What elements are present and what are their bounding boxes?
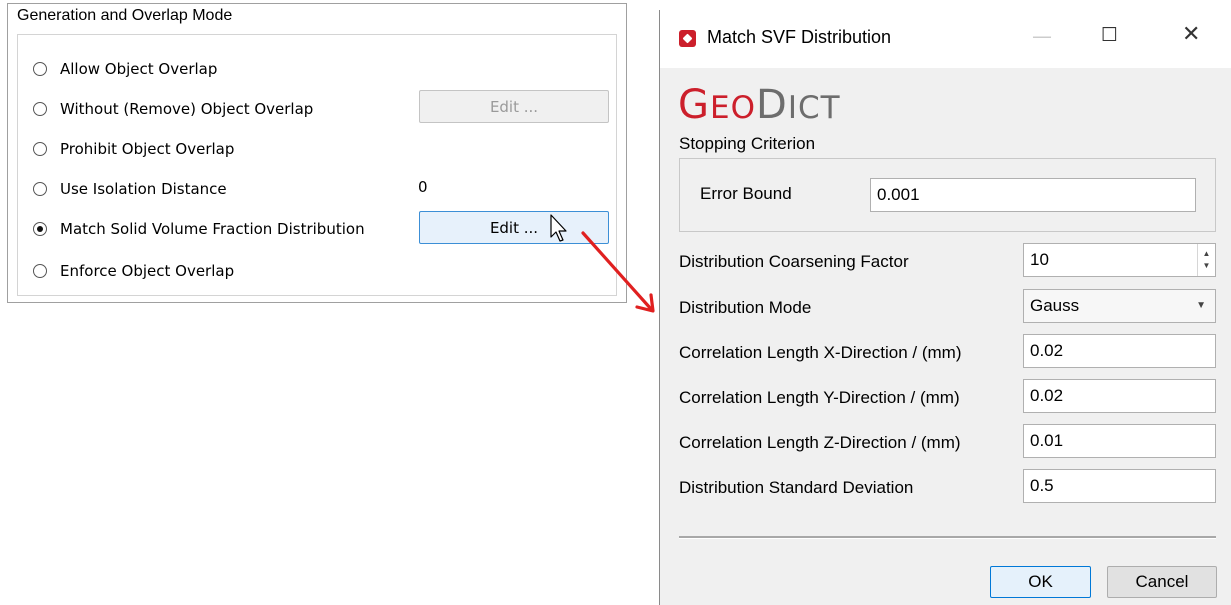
spin-arrows-icon[interactable]: ▲ ▼: [1197, 244, 1215, 276]
option-allow-overlap[interactable]: Allow Object Overlap: [33, 56, 217, 82]
std-deviation-label: Distribution Standard Deviation: [679, 478, 914, 497]
error-bound-field[interactable]: 0.001: [870, 178, 1196, 212]
option-prohibit-overlap[interactable]: Prohibit Object Overlap: [33, 136, 234, 162]
distribution-mode-value: Gauss: [1030, 296, 1080, 315]
option-label: Prohibit Object Overlap: [60, 140, 235, 158]
radio-button-checked[interactable]: [33, 222, 47, 236]
corr-length-x-field[interactable]: 0.02: [1023, 334, 1216, 368]
corr-length-y-field[interactable]: 0.02: [1023, 379, 1216, 413]
close-icon[interactable]: ✕: [1182, 22, 1200, 47]
option-label: Allow Object Overlap: [60, 60, 218, 78]
dialog-divider: [679, 536, 1216, 539]
mouse-cursor-icon: [550, 214, 567, 242]
option-remove-overlap[interactable]: Without (Remove) Object Overlap: [33, 96, 313, 122]
maximize-icon[interactable]: ☐: [1101, 24, 1118, 46]
option-match-svf[interactable]: Match Solid Volume Fraction Distribution: [33, 216, 365, 242]
logo-text: EO: [710, 90, 756, 126]
edit-remove-overlap-button[interactable]: Edit ...: [419, 90, 609, 123]
radio-button[interactable]: [33, 264, 47, 278]
match-svf-dialog: Match SVF Distribution — ☐ ✕ G EO D ICT …: [659, 10, 1231, 605]
logo-text: G: [678, 82, 710, 128]
radio-button[interactable]: [33, 102, 47, 116]
option-label: Match Solid Volume Fraction Distribution: [60, 220, 365, 238]
stopping-criterion-heading: Stopping Criterion: [679, 134, 816, 153]
coarsening-factor-spinbox[interactable]: 10 ▲ ▼: [1023, 243, 1216, 277]
option-isolation-distance[interactable]: Use Isolation Distance: [33, 176, 227, 202]
minimize-icon[interactable]: —: [1032, 24, 1052, 48]
std-deviation-field[interactable]: 0.5: [1023, 469, 1216, 503]
option-label: Without (Remove) Object Overlap: [60, 100, 314, 118]
chevron-down-icon: ▼: [1196, 300, 1206, 311]
option-label: Use Isolation Distance: [60, 180, 227, 198]
distribution-mode-select[interactable]: Gauss ▼: [1023, 289, 1216, 323]
coarsening-factor-label: Distribution Coarsening Factor: [679, 252, 909, 271]
red-arrow-annotation: [581, 231, 655, 313]
corr-length-x-label: Correlation Length X-Direction / (mm): [679, 343, 962, 362]
logo-text: ICT: [787, 90, 841, 126]
corr-length-z-label: Correlation Length Z-Direction / (mm): [679, 433, 961, 452]
geodict-app-icon: [679, 30, 696, 47]
overlap-mode-panel: Generation and Overlap Mode Allow Object…: [7, 3, 627, 303]
coarsening-factor-value: 10: [1030, 250, 1049, 269]
isolation-distance-value: 0: [418, 178, 428, 196]
ok-button[interactable]: OK: [990, 566, 1091, 598]
option-label: Enforce Object Overlap: [60, 262, 235, 280]
corr-length-z-field[interactable]: 0.01: [1023, 424, 1216, 458]
option-enforce-overlap[interactable]: Enforce Object Overlap: [33, 258, 234, 284]
error-bound-label: Error Bound: [700, 184, 792, 203]
radio-button[interactable]: [33, 62, 47, 76]
logo-text: D: [756, 82, 788, 128]
cancel-button[interactable]: Cancel: [1107, 566, 1217, 598]
radio-button[interactable]: [33, 142, 47, 156]
radio-button[interactable]: [33, 182, 47, 196]
dialog-titlebar[interactable]: Match SVF Distribution — ☐ ✕: [660, 10, 1231, 68]
panel-title: Generation and Overlap Mode: [17, 7, 233, 24]
distribution-mode-label: Distribution Mode: [679, 298, 812, 317]
geodict-logo: G EO D ICT: [678, 82, 841, 128]
dialog-title: Match SVF Distribution: [707, 27, 892, 47]
corr-length-y-label: Correlation Length Y-Direction / (mm): [679, 388, 960, 407]
